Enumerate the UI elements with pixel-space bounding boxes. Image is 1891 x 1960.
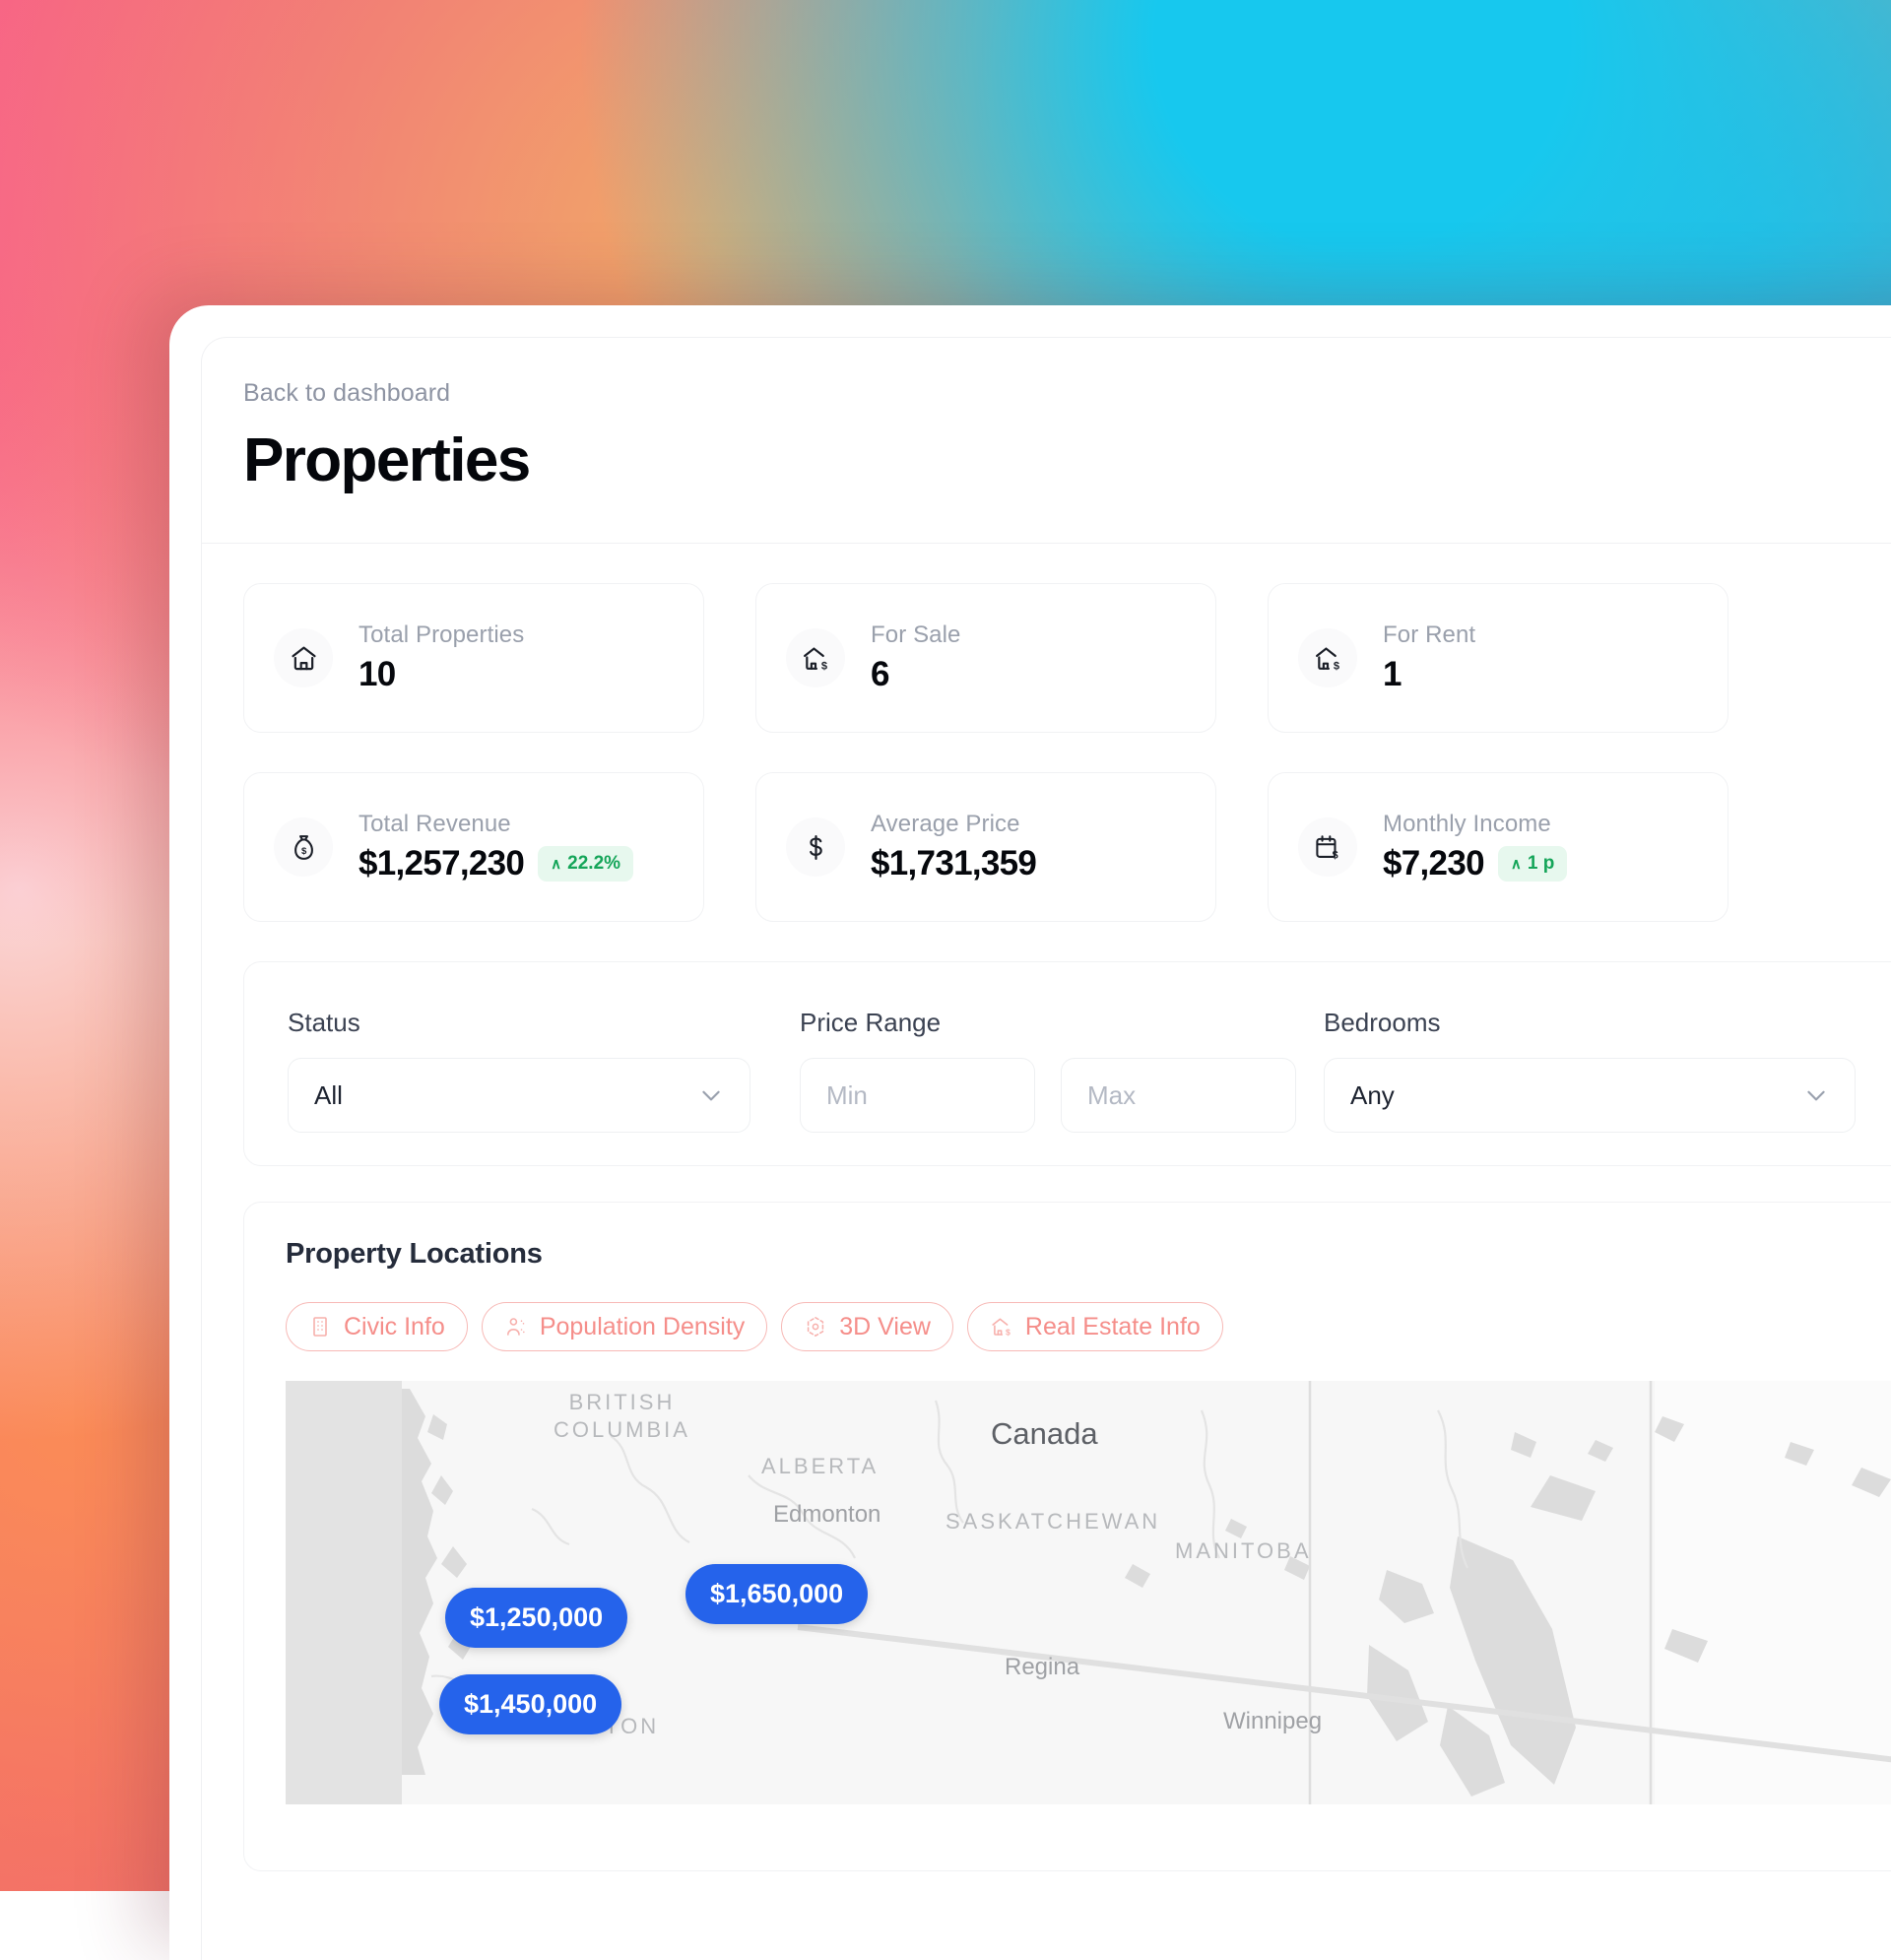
dollar-icon: [786, 817, 845, 877]
trend-value: 22.2%: [567, 853, 620, 875]
map-label-canada: Canada: [991, 1416, 1098, 1452]
stats-row-1: Total Properties 10 $: [243, 583, 1891, 733]
status-badge: ∧ 22.2%: [538, 846, 633, 882]
status-badge: ∧ 1 p: [1498, 846, 1567, 882]
chip-3d-view[interactable]: 3D View: [781, 1302, 953, 1351]
page-header: Back to dashboard Properties: [202, 338, 1891, 495]
filter-group-status: Status All: [288, 1008, 750, 1133]
building-icon: [308, 1315, 332, 1339]
property-locations-card: Property Locations Civic Info Popul: [243, 1202, 1891, 1871]
chip-label: Real Estate Info: [1025, 1313, 1201, 1341]
stat-value: 1: [1383, 655, 1402, 694]
filter-label-bedrooms: Bedrooms: [1324, 1008, 1856, 1038]
bedrooms-select[interactable]: Any: [1324, 1058, 1856, 1133]
stat-label: Total Properties: [359, 621, 524, 649]
svg-text:$: $: [1332, 849, 1337, 861]
back-to-dashboard-link[interactable]: Back to dashboard: [243, 379, 450, 408]
map-marker-price[interactable]: $1,450,000: [439, 1674, 621, 1734]
map-label-manitoba: MANITOBA: [1175, 1538, 1312, 1564]
map-section-title: Property Locations: [286, 1238, 1891, 1271]
home-dollar-icon: $: [786, 628, 845, 687]
chip-civic-info[interactable]: Civic Info: [286, 1302, 468, 1351]
stat-card-total-revenue[interactable]: $ Total Revenue $1,257,230 ∧ 22.2%: [243, 772, 704, 922]
page-title: Properties: [243, 425, 1891, 495]
stat-label: For Sale: [871, 621, 961, 649]
chevron-down-icon: [698, 1082, 724, 1108]
cube-icon: [804, 1315, 827, 1339]
properties-panel: Back to dashboard Properties T: [201, 337, 1891, 1960]
price-min-field[interactable]: [800, 1058, 1035, 1133]
stat-card-for-rent[interactable]: $ For Rent 1: [1268, 583, 1728, 733]
svg-text:$: $: [1006, 1328, 1011, 1338]
chevron-down-icon: [1803, 1082, 1829, 1108]
map-marker-price[interactable]: $1,250,000: [445, 1588, 627, 1648]
filters-card: Status All Price Range: [243, 961, 1891, 1166]
svg-text:$: $: [1333, 660, 1339, 672]
stat-card-average-price[interactable]: Average Price $1,731,359: [755, 772, 1216, 922]
price-min-input[interactable]: [826, 1080, 1009, 1111]
trend-up-icon: ∧: [551, 857, 561, 872]
map-layer-chips: Civic Info Population Density 3D: [286, 1302, 1891, 1351]
stat-label: For Rent: [1383, 621, 1475, 649]
price-max-input[interactable]: [1087, 1080, 1270, 1111]
svg-text:$: $: [301, 846, 307, 857]
map-marker-price[interactable]: $1,650,000: [685, 1564, 868, 1624]
filter-label-price-range: Price Range: [800, 1008, 1296, 1038]
stat-card-total-properties[interactable]: Total Properties 10: [243, 583, 704, 733]
stats-grid: Total Properties 10 $: [202, 544, 1891, 922]
stats-row-2: $ Total Revenue $1,257,230 ∧ 22.2%: [243, 772, 1891, 922]
trend-value: 1 p: [1528, 853, 1554, 875]
chip-label: Civic Info: [344, 1313, 445, 1341]
filter-group-bedrooms: Bedrooms Any: [1324, 1008, 1856, 1133]
stat-card-monthly-income[interactable]: $ Monthly Income $7,230 ∧ 1 p: [1268, 772, 1728, 922]
chip-label: 3D View: [839, 1313, 931, 1341]
stat-label: Total Revenue: [359, 811, 633, 838]
chip-label: Population Density: [540, 1313, 745, 1341]
people-icon: [504, 1315, 528, 1339]
stat-value: $1,257,230: [359, 844, 524, 883]
map-label-winnipeg: Winnipeg: [1223, 1708, 1322, 1735]
chip-real-estate-info[interactable]: $ Real Estate Info: [967, 1302, 1223, 1351]
stat-label: Monthly Income: [1383, 811, 1567, 838]
money-bag-icon: $: [274, 817, 333, 877]
filter-label-status: Status: [288, 1008, 750, 1038]
trend-up-icon: ∧: [1511, 857, 1522, 872]
map-label-alberta: ALBERTA: [761, 1454, 879, 1479]
map-canvas[interactable]: BRITISHCOLUMBIA ALBERTA SASKATCHEWAN MAN…: [286, 1381, 1891, 1804]
stat-value: $1,731,359: [871, 844, 1036, 883]
stat-card-for-sale[interactable]: $ For Sale 6: [755, 583, 1216, 733]
map-label-saskatchewan: SASKATCHEWAN: [946, 1509, 1160, 1535]
stat-value: 6: [871, 655, 889, 694]
price-max-field[interactable]: [1061, 1058, 1296, 1133]
app-window: Back to dashboard Properties T: [169, 305, 1891, 1960]
home-icon: [274, 628, 333, 687]
calendar-dollar-icon: $: [1298, 817, 1357, 877]
bedrooms-select-value: Any: [1350, 1080, 1395, 1111]
filter-group-price: Price Range: [800, 1008, 1296, 1133]
chip-population-density[interactable]: Population Density: [482, 1302, 767, 1351]
map-label-edmonton: Edmonton: [773, 1501, 880, 1529]
home-dollar-icon: $: [1298, 628, 1357, 687]
status-select-value: All: [314, 1080, 343, 1111]
map-label-regina: Regina: [1005, 1654, 1079, 1681]
stat-label: Average Price: [871, 811, 1036, 838]
home-dollar-icon: $: [990, 1315, 1013, 1339]
stat-value: $7,230: [1383, 844, 1484, 883]
map-label-british-columbia: BRITISHCOLUMBIA: [554, 1389, 690, 1443]
stat-value: 10: [359, 655, 396, 694]
status-select[interactable]: All: [288, 1058, 750, 1133]
svg-text:$: $: [820, 660, 827, 672]
